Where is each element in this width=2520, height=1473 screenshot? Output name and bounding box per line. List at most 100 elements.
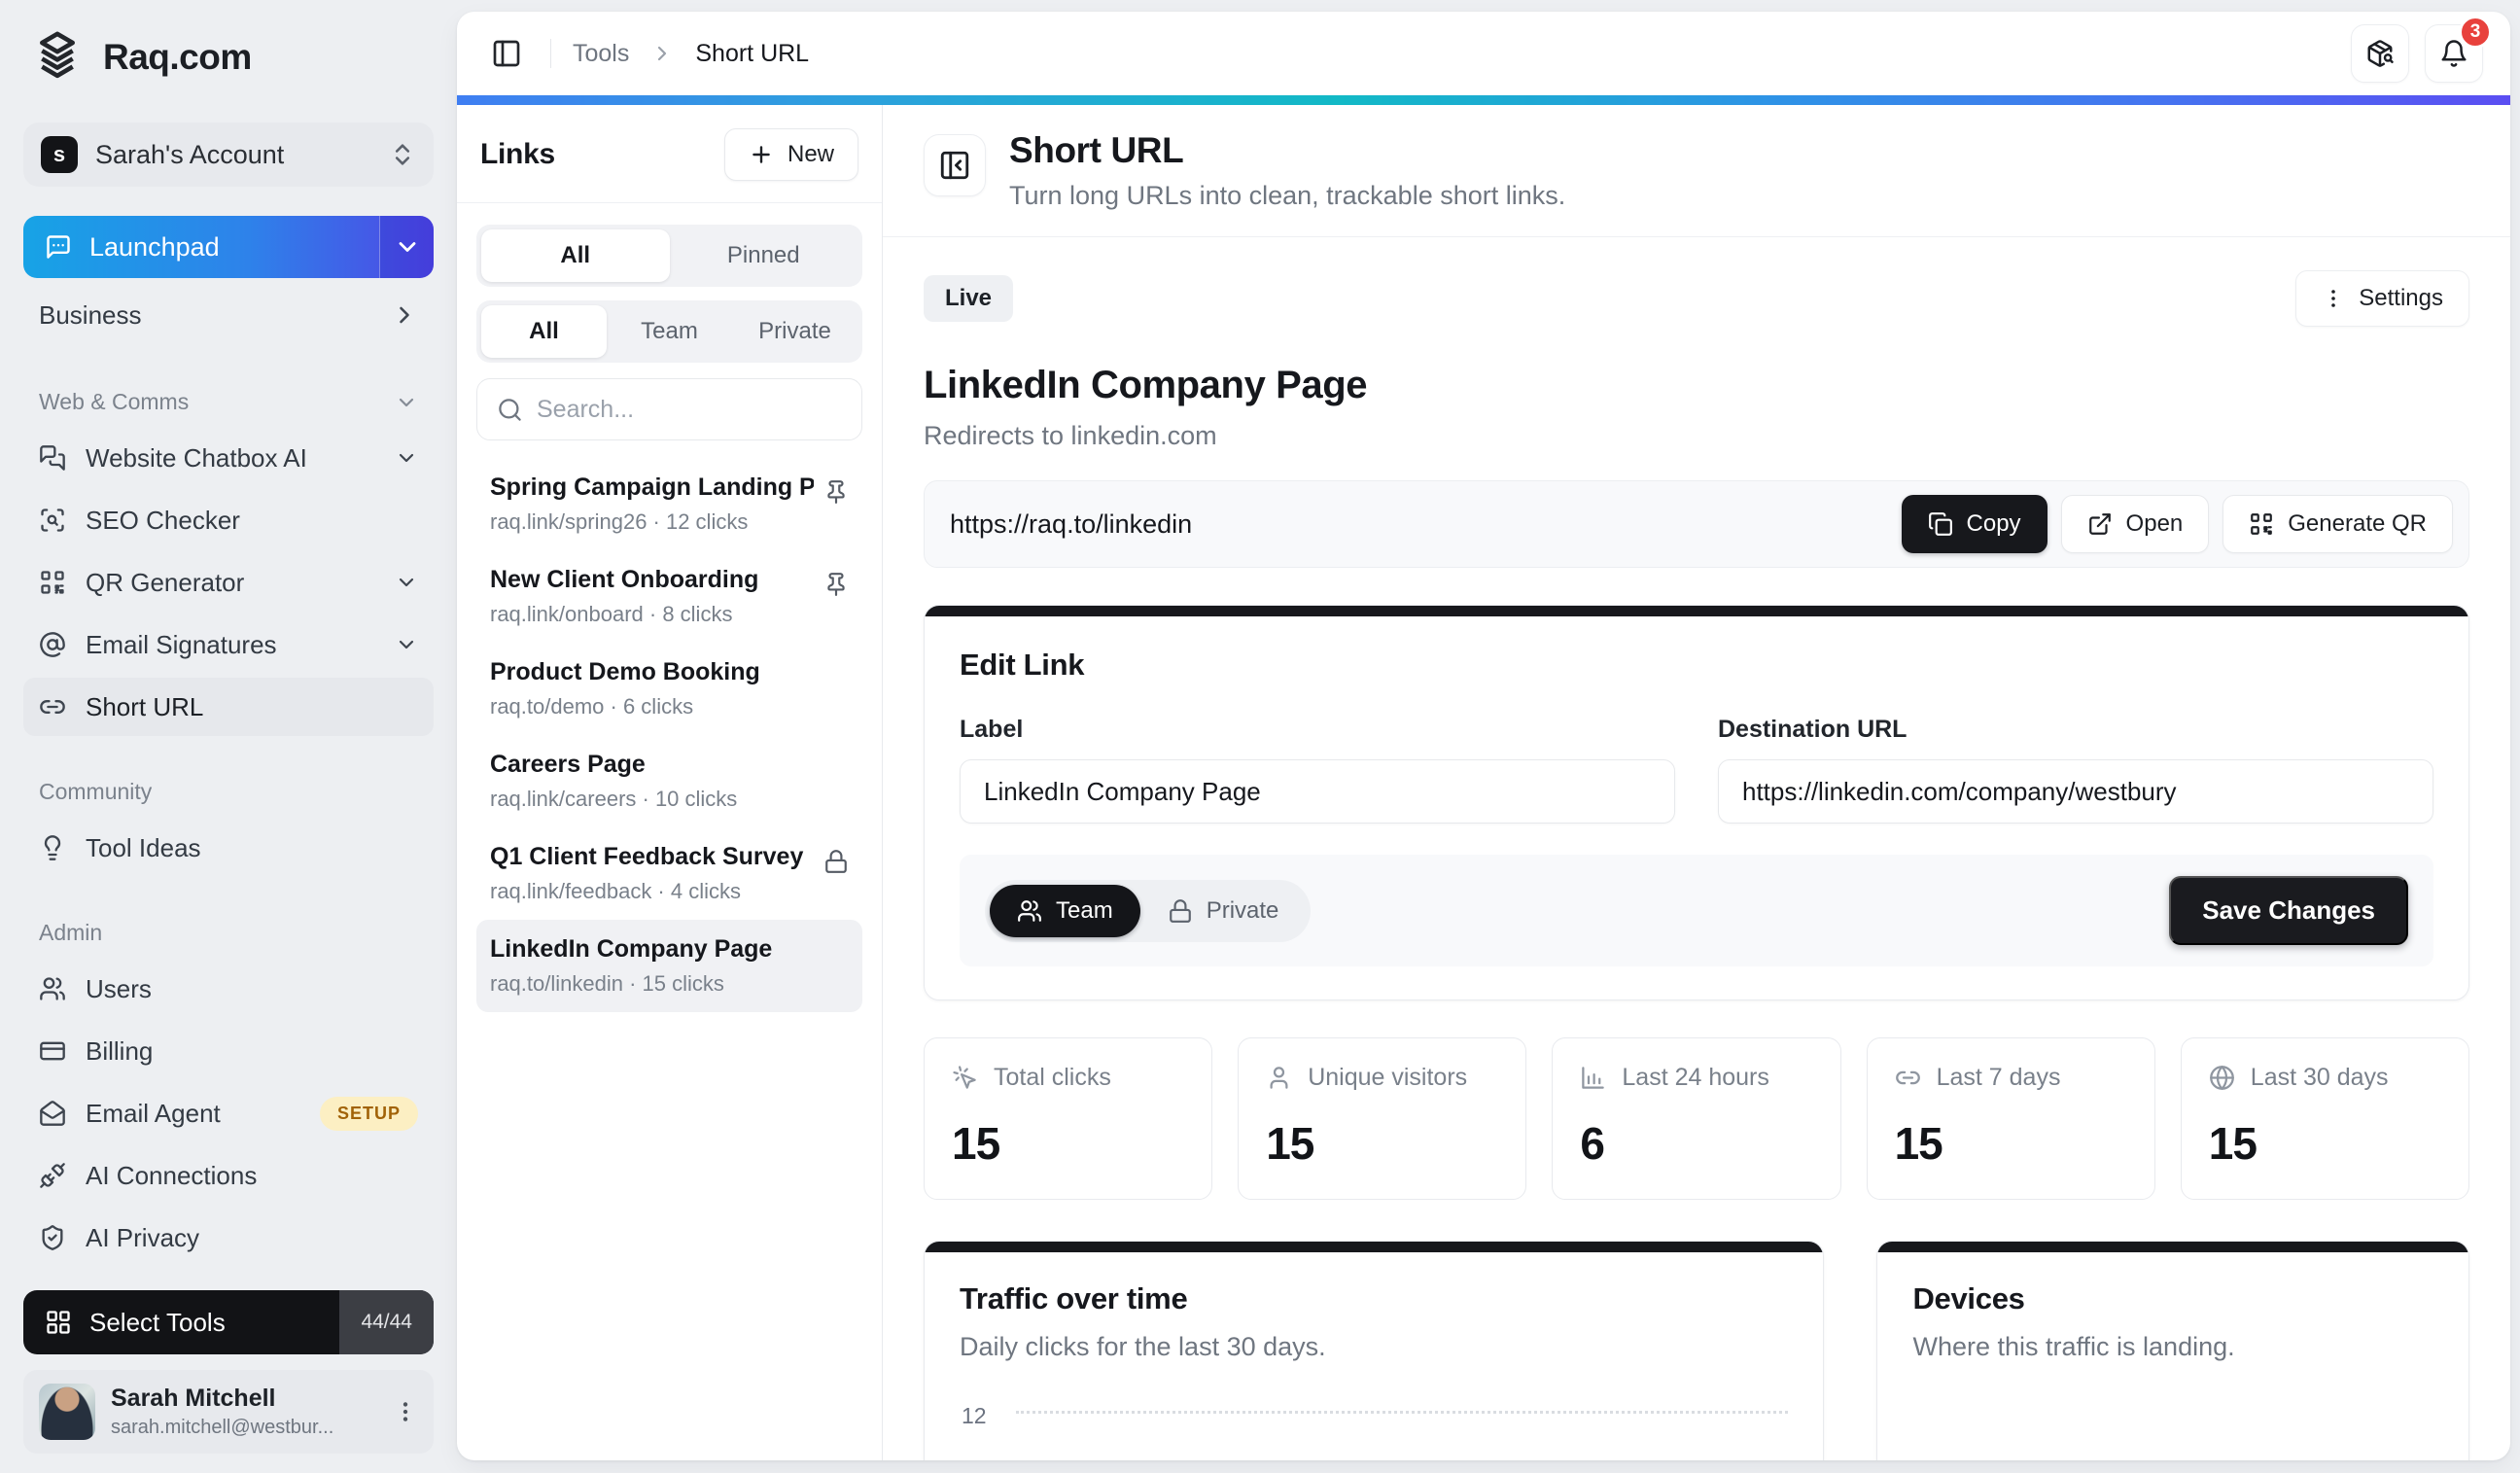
section-community: Community [23,779,434,805]
header-divider [550,39,551,68]
traffic-chart: 12 [960,1401,1788,1460]
open-button[interactable]: Open [2061,495,2210,553]
destination-url-field[interactable] [1718,759,2433,824]
scan-search-icon [39,507,66,534]
lock-icon [1168,898,1193,924]
tab-visibility-team[interactable]: Team [607,305,732,358]
breadcrumb-current: Short URL [695,40,809,68]
page-subtitle: Turn long URLs into clean, trackable sho… [1009,181,1565,211]
search-input[interactable] [537,396,842,424]
filter-all-pinned: All Pinned [476,225,862,287]
devices-card: Devices Where this traffic is landing. [1876,1241,2469,1460]
globe-icon [2209,1065,2235,1091]
card-top-accent [925,1242,1823,1252]
links-search [476,378,862,440]
link-item-new-client-onboarding[interactable]: New Client Onboarding raq.link/onboard ·… [476,550,862,643]
launchpad-expand-button[interactable] [379,216,434,278]
links-panel-title: Links [480,138,555,171]
users-icon [1017,898,1042,924]
settings-button[interactable]: Settings [2295,270,2469,327]
save-changes-button[interactable]: Save Changes [2169,876,2408,945]
user-icon [1266,1065,1292,1091]
card-top-accent [925,606,2468,616]
section-web-comms[interactable]: Web & Comms [23,389,434,415]
external-link-icon [2087,511,2113,537]
accent-gradient-bar [457,95,2510,105]
traffic-chart-title: Traffic over time [960,1281,1788,1316]
devices-card-title: Devices [1912,1281,2433,1316]
team-toggle[interactable]: Team [990,885,1140,937]
package-search-button[interactable] [2351,24,2409,83]
generate-qr-button[interactable]: Generate QR [2222,495,2453,553]
sidebar-item-ai-connections[interactable]: AI Connections [23,1146,434,1205]
link-subtitle: Redirects to linkedin.com [924,421,2469,451]
link-item-linkedin-company-page[interactable]: LinkedIn Company Page raq.to/linkedin · … [476,920,862,1012]
sidebar-item-email-signatures[interactable]: Email Signatures [23,615,434,674]
link-list: Spring Campaign Landing P... raq.link/sp… [476,458,862,1012]
app-logo: Raq.com [23,29,434,86]
copy-icon [1928,511,1953,537]
private-toggle[interactable]: Private [1140,885,1307,937]
sidebar-item-business[interactable]: Business [23,286,434,344]
sidebar-item-website-chatbox-ai[interactable]: Website Chatbox AI [23,429,434,487]
user-profile-card[interactable]: Sarah Mitchell sarah.mitchell@westbur... [23,1370,434,1454]
page-title: Short URL [1009,130,1565,171]
short-url-value: https://raq.to/linkedin [950,509,1888,540]
sidebar-item-ai-usage[interactable]: AI Usage [23,1271,434,1277]
qr-code-icon [39,569,66,596]
stat-last-30-days: Last 30 days 15 [2181,1037,2469,1200]
business-label: Business [39,300,142,331]
chevron-down-icon [395,571,418,594]
window-header: Tools Short URL 3 [457,12,2510,95]
tools-count-badge: 44/44 [339,1290,434,1354]
setup-badge: SETUP [320,1097,418,1131]
link-icon [1895,1065,1921,1091]
breadcrumb-tools[interactable]: Tools [573,40,629,68]
sidebar-item-seo-checker[interactable]: SEO Checker [23,491,434,549]
link-item-q1-client-feedback[interactable]: Q1 Client Feedback Survey raq.link/feedb… [476,827,862,920]
destination-field-label: Destination URL [1718,716,2433,744]
chevron-down-icon [395,446,418,470]
link-icon [39,693,66,720]
sidebar-item-billing[interactable]: Billing [23,1022,434,1080]
chevron-down-icon [395,391,418,414]
launchpad-button[interactable]: Launchpad [23,216,434,278]
label-field[interactable] [960,759,1675,824]
link-item-product-demo-booking[interactable]: Product Demo Booking raq.to/demo · 6 cli… [476,643,862,735]
user-email: sarah.mitchell@westbur... [111,1417,377,1439]
short-url-tool-icon [924,134,986,196]
links-panel: Links New All Pinned All Team Private [457,105,883,1460]
select-tools-button[interactable]: Select Tools 44/44 [23,1290,434,1354]
account-switcher[interactable]: s Sarah's Account [23,123,434,187]
credit-card-icon [39,1037,66,1065]
sidebar-item-users[interactable]: Users [23,960,434,1018]
kebab-icon [2322,287,2345,310]
link-item-spring-campaign[interactable]: Spring Campaign Landing P... raq.link/sp… [476,458,862,550]
user-menu-kebab-icon[interactable] [393,1399,418,1424]
plug-icon [39,1162,66,1189]
lock-icon [823,849,849,874]
tab-visibility-all[interactable]: All [481,305,607,358]
copy-button[interactable]: Copy [1902,495,2048,553]
new-link-button[interactable]: New [724,128,858,181]
chevron-down-icon [395,633,418,656]
tab-pinned[interactable]: Pinned [670,229,858,282]
card-top-accent [1877,1242,2468,1252]
section-admin: Admin [23,920,434,946]
plus-icon [749,142,774,167]
gridline [1016,1411,1788,1414]
sidebar-toggle-button[interactable] [484,31,529,76]
sidebar-item-email-agent[interactable]: Email Agent SETUP [23,1084,434,1142]
notifications-button[interactable]: 3 [2425,24,2483,83]
stat-last-7-days: Last 7 days 15 [1867,1037,2155,1200]
filter-visibility: All Team Private [476,300,862,363]
tab-visibility-private[interactable]: Private [732,305,858,358]
layout-grid-icon [45,1309,72,1336]
sidebar-item-tool-ideas[interactable]: Tool Ideas [23,819,434,877]
sidebar-item-qr-generator[interactable]: QR Generator [23,553,434,612]
link-item-careers-page[interactable]: Careers Page raq.link/careers · 10 click… [476,735,862,827]
sidebar-item-short-url[interactable]: Short URL [23,678,434,736]
tab-all[interactable]: All [481,229,670,282]
sidebar-item-ai-privacy[interactable]: AI Privacy [23,1209,434,1267]
qr-code-icon [2249,511,2274,537]
